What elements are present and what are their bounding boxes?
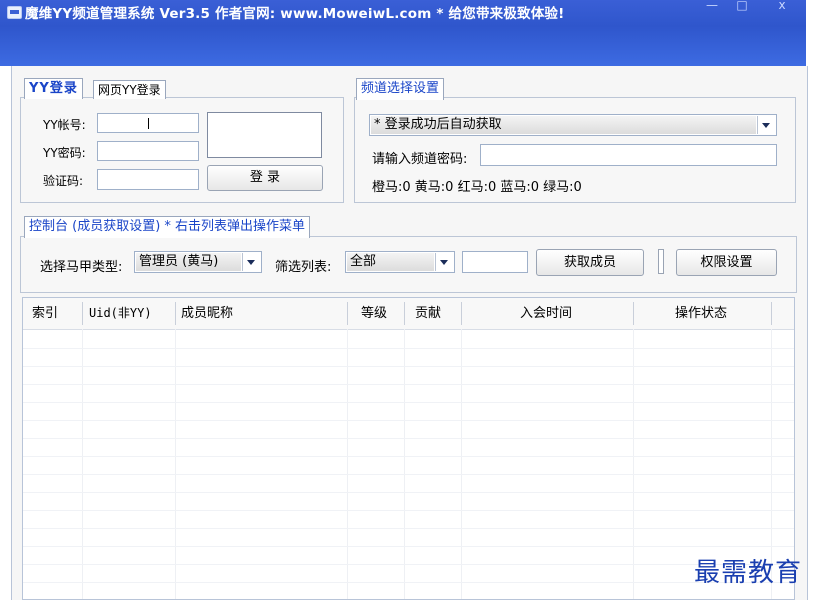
tab-console[interactable]: 控制台 (成员获取设置) * 右击列表弹出操作菜单 (24, 216, 311, 238)
column-divider[interactable] (347, 302, 348, 325)
type-label: 选择马甲类型: (40, 260, 123, 275)
column-divider[interactable] (633, 302, 634, 325)
column-divider[interactable] (175, 302, 176, 325)
get-members-button[interactable]: 获取成员 (536, 249, 644, 276)
app-icon (7, 6, 22, 19)
column-divider[interactable] (404, 302, 405, 325)
type-select[interactable]: 管理员 (黄马) (134, 251, 262, 273)
filter-select[interactable]: 全部 (345, 251, 455, 273)
grid-row-line (23, 402, 794, 403)
chevron-down-icon[interactable] (242, 253, 260, 271)
grid-row-line (23, 564, 794, 565)
grid-row-line (23, 546, 794, 547)
grid-row-line (23, 420, 794, 421)
grid-line (347, 329, 348, 599)
column-level[interactable]: 等级 (361, 298, 387, 329)
login-button[interactable]: 登 录 (207, 165, 323, 191)
tab-web-yy-login[interactable]: 网页YY登录 (93, 80, 166, 99)
table-header: 索引 Uid(非YY) 成员昵称 等级 贡献 入会时间 操作状态 (23, 298, 794, 330)
close-button[interactable]: x (770, 0, 794, 14)
grid-row-line (23, 492, 794, 493)
column-divider[interactable] (461, 302, 462, 325)
tab-yy-login[interactable]: YY登录 (24, 78, 83, 99)
password-input[interactable] (97, 141, 199, 161)
channel-select-value: * 登录成功后自动获取 (371, 116, 756, 134)
column-contribution[interactable]: 贡献 (415, 298, 441, 329)
filter-label: 筛选列表: (275, 260, 332, 275)
captcha-input[interactable] (97, 169, 199, 190)
column-index[interactable]: 索引 (32, 298, 58, 329)
member-table[interactable]: 索引 Uid(非YY) 成员昵称 等级 贡献 入会时间 操作状态 (22, 297, 795, 600)
grid-row-line (23, 474, 794, 475)
title-bar: 魔维YY频道管理系统 Ver3.5 作者官网: www.MoweiwL.com … (0, 0, 806, 66)
account-input[interactable] (97, 113, 199, 133)
channel-select[interactable]: * 登录成功后自动获取 (369, 114, 777, 136)
account-label: YY帐号: (43, 118, 86, 132)
grid-row-line (23, 384, 794, 385)
filter-select-value: 全部 (347, 253, 434, 271)
window-title: 魔维YY频道管理系统 Ver3.5 作者官网: www.MoweiwL.com … (25, 6, 565, 22)
column-nickname[interactable]: 成员昵称 (181, 298, 233, 329)
column-uid[interactable]: Uid(非YY) (89, 298, 152, 329)
maximize-button[interactable]: □ (730, 0, 754, 14)
horse-stats: 橙马:0 黄马:0 红马:0 蓝马:0 绿马:0 (372, 180, 582, 195)
grid-row-line (23, 438, 794, 439)
captcha-label: 验证码: (43, 174, 84, 188)
column-action-status[interactable]: 操作状态 (675, 298, 727, 329)
permissions-button[interactable]: 权限设置 (676, 249, 777, 276)
grid-row-line (23, 348, 794, 349)
grid-row-line (23, 366, 794, 367)
grid-line (175, 329, 176, 599)
grid-row-line (23, 582, 794, 583)
channel-password-label: 请输入频道密码: (372, 152, 468, 167)
minimize-button[interactable]: — (700, 0, 724, 14)
column-join-time[interactable]: 入会时间 (520, 298, 572, 329)
chevron-down-icon[interactable] (757, 116, 775, 134)
grid-row-line (23, 528, 794, 529)
channel-password-input[interactable] (480, 144, 777, 166)
grid-row-line (23, 510, 794, 511)
captcha-image[interactable] (207, 112, 322, 158)
filter-text-input[interactable] (462, 251, 528, 273)
grid-row-line (23, 456, 794, 457)
progress-indicator (658, 249, 664, 274)
column-divider[interactable] (771, 302, 772, 325)
password-label: YY密码: (43, 146, 86, 160)
type-select-value: 管理员 (黄马) (136, 253, 241, 271)
grid-line (461, 329, 462, 599)
grid-line (82, 329, 83, 599)
text-cursor (148, 118, 149, 129)
chevron-down-icon[interactable] (435, 253, 453, 271)
tab-channel-settings[interactable]: 频道选择设置 (356, 78, 445, 100)
grid-line (404, 329, 405, 599)
column-divider[interactable] (82, 302, 83, 325)
watermark: 最需教育 (694, 558, 803, 588)
grid-line (633, 329, 634, 599)
